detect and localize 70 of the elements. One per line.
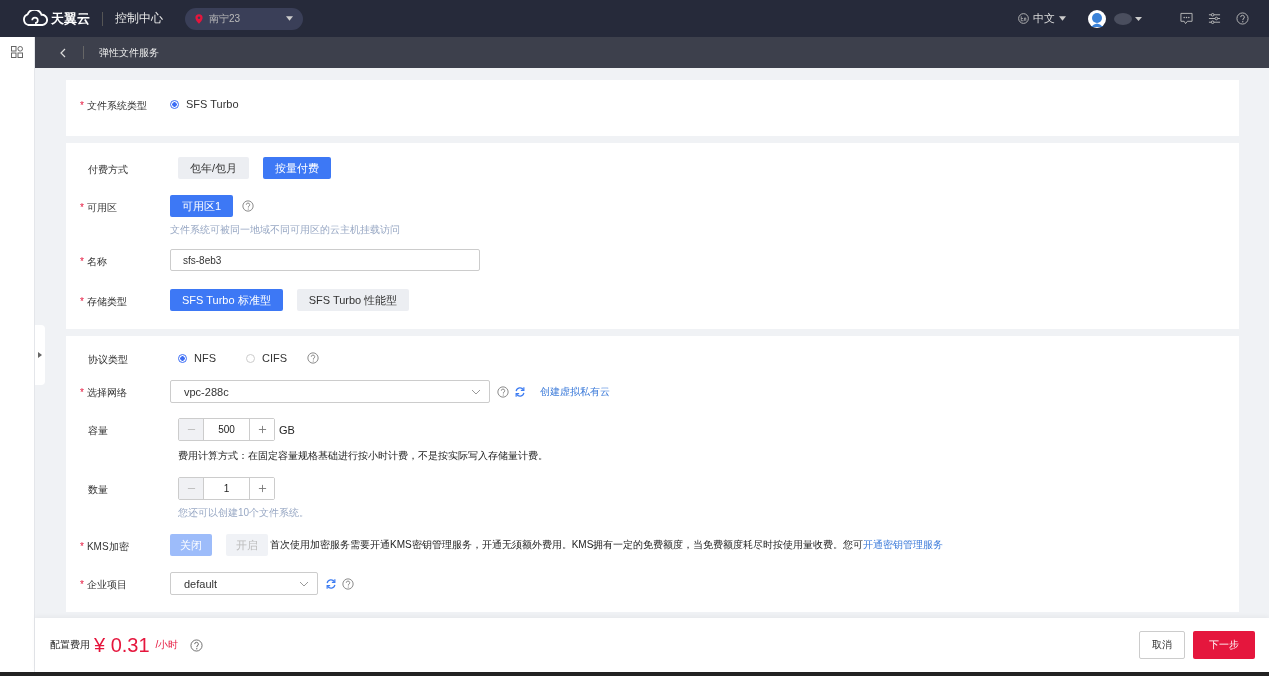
next-button[interactable]: 下一步	[1193, 631, 1255, 659]
console-title: 控制中心	[115, 10, 163, 27]
caret-icon	[1059, 16, 1066, 21]
required-mark: *	[80, 541, 84, 552]
field-label: 容量	[88, 425, 108, 436]
field-label: 付费方式	[88, 164, 128, 175]
required-mark: *	[80, 202, 84, 213]
cost-label: 配置费用	[50, 638, 90, 652]
chevron-down-icon	[471, 388, 481, 395]
collapse-handle[interactable]	[35, 325, 45, 385]
refresh-icon[interactable]	[514, 385, 526, 398]
field-label: 数量	[88, 484, 108, 495]
hint-text: 您还可以创建10个文件系统。	[178, 506, 310, 520]
field-label: 协议类型	[88, 354, 128, 365]
settings-icon[interactable]	[1208, 12, 1221, 25]
language-icon	[1018, 13, 1029, 24]
required-mark: *	[80, 387, 84, 398]
field-label: 选择网络	[86, 387, 127, 398]
region-selector[interactable]: 南宁23	[185, 7, 303, 30]
help-icon[interactable]	[242, 200, 255, 212]
chevron-down-icon	[299, 580, 309, 587]
cancel-button[interactable]: 取消	[1139, 631, 1185, 659]
cloud-logo-icon	[22, 10, 48, 27]
field-label: 企业项目	[86, 579, 127, 590]
field-label: 名称	[86, 256, 107, 267]
message-icon[interactable]	[1180, 12, 1193, 25]
required-mark: *	[80, 100, 84, 111]
name-input-field[interactable]: sfs-8eb3	[170, 249, 480, 271]
help-icon[interactable]	[497, 385, 509, 398]
select-field[interactable]: default	[170, 572, 318, 595]
option-button[interactable]: 包年/包月	[178, 157, 250, 179]
help-icon[interactable]	[307, 352, 320, 364]
number-stepper[interactable]: 1	[178, 477, 275, 500]
plus-icon	[257, 425, 267, 434]
user-menu-caret-icon[interactable]	[1113, 11, 1143, 26]
required-mark: *	[80, 296, 84, 307]
help-icon[interactable]	[190, 638, 204, 652]
apps-grid-icon[interactable]	[11, 46, 23, 58]
select-field[interactable]: vpc-288c	[170, 380, 490, 403]
avatar-icon[interactable]	[1088, 9, 1106, 28]
option-button[interactable]: 可用区1	[170, 195, 234, 217]
kms-description: 首次使用加密服务需要开通KMS密钥管理服务，开通无须额外费用。KMS拥有一定的免费额度，当免费额度耗尽时按使用量收费。您可开通密钥管理服务	[270, 538, 944, 552]
unit-label: GB	[279, 423, 295, 436]
option-button[interactable]: SFS Turbo 性能型	[296, 289, 410, 311]
refresh-icon[interactable]	[325, 577, 337, 590]
page-title: 弹性文件服务	[99, 45, 159, 60]
field-label: 文件系统类型	[86, 100, 147, 111]
option-button[interactable]: 按量付费	[263, 157, 332, 179]
field-label: 可用区	[86, 202, 117, 213]
field-label: KMS加密	[86, 541, 129, 552]
radio-option[interactable]: CIFS	[246, 352, 288, 364]
back-icon[interactable]	[60, 47, 66, 58]
required-mark: *	[80, 579, 84, 590]
number-stepper[interactable]: 500	[178, 418, 275, 441]
price-unit: /小时	[155, 638, 179, 652]
radio-option[interactable]: NFS	[178, 352, 216, 364]
field-label: 存储类型	[86, 296, 127, 307]
option-button[interactable]: SFS Turbo 标准型	[170, 289, 283, 311]
required-mark: *	[80, 256, 84, 267]
create-vpc-link[interactable]: 创建虚拟私有云	[540, 384, 610, 399]
radio-option[interactable]: SFS Turbo	[170, 98, 239, 110]
help-icon[interactable]	[342, 577, 354, 590]
language-selector[interactable]: 中文	[1018, 11, 1066, 26]
price-value: ¥ 0.31	[94, 633, 150, 657]
brand-logo: 天翼云	[51, 9, 90, 28]
plus-icon	[257, 484, 267, 493]
location-pin-icon	[195, 13, 203, 24]
help-icon[interactable]	[1236, 12, 1249, 25]
caret-icon	[286, 16, 293, 21]
billing-note: 费用计算方式：在固定容量规格基础进行按小时计费，不是按实际写入存储量计费。	[178, 449, 548, 463]
